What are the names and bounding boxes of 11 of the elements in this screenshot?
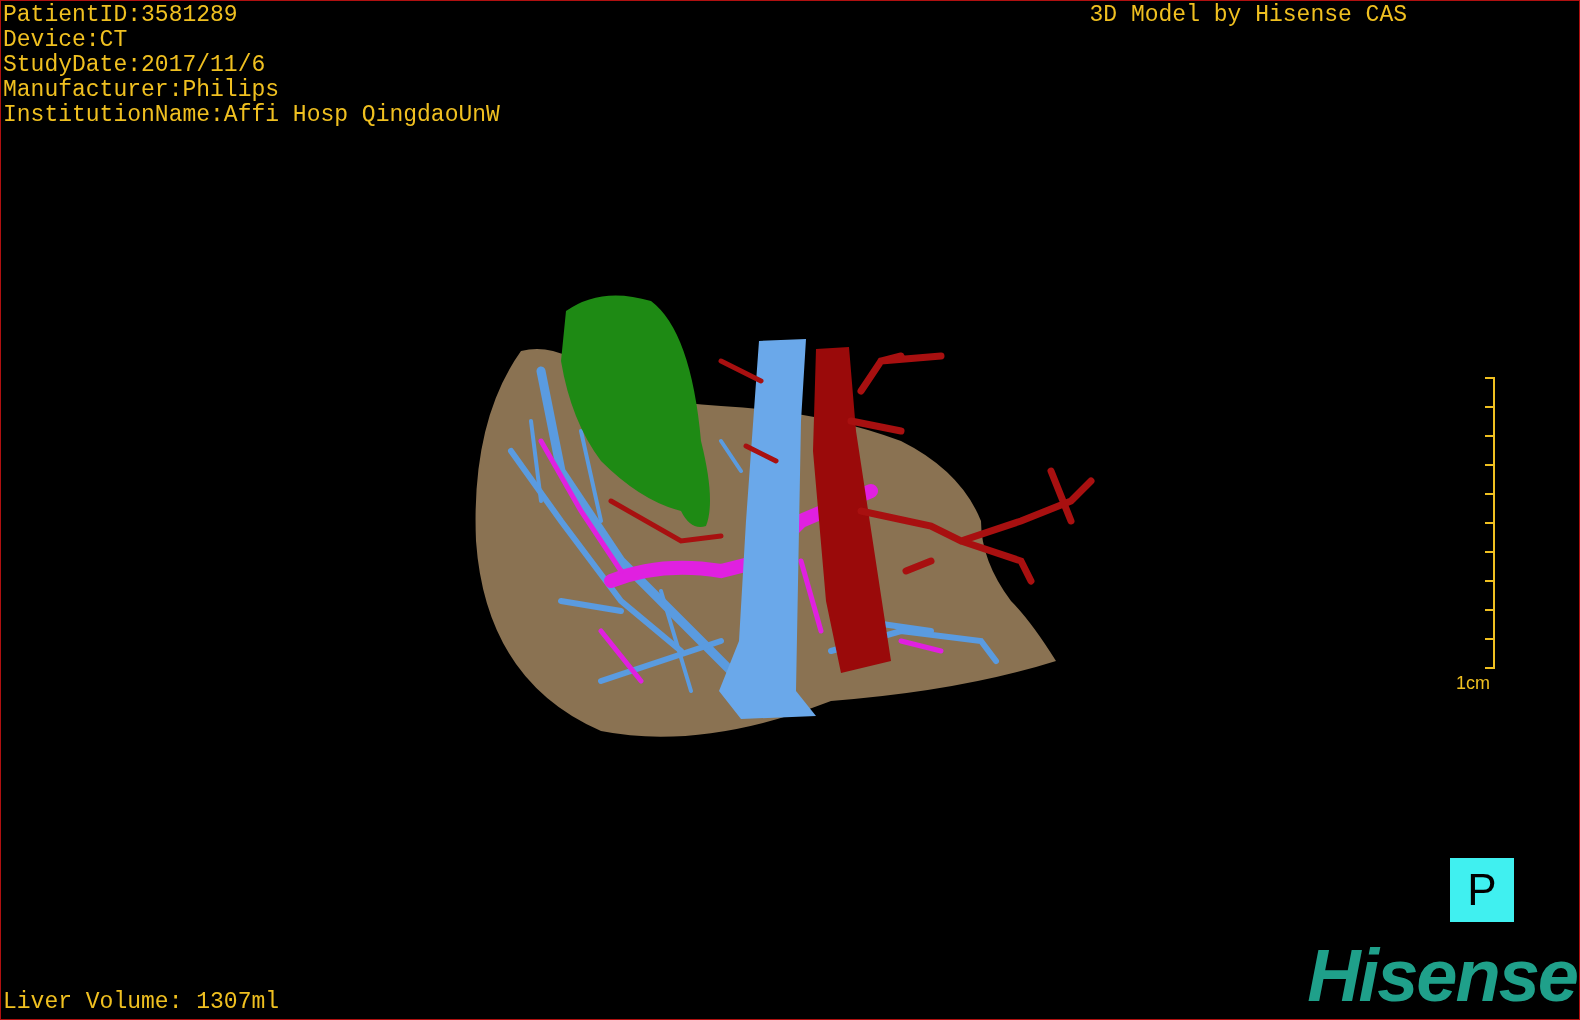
- scale-bar-icon: [1485, 377, 1495, 669]
- patient-info-line: PatientID:3581289: [3, 3, 239, 28]
- liver-volume-text: Liver Volume: 1307ml: [3, 990, 280, 1015]
- patient-info-line: StudyDate:2017/11/6: [3, 53, 267, 78]
- model-caption: 3D Model by Hisense CAS: [1089, 3, 1407, 28]
- brand-logo: Hisense: [1307, 939, 1577, 1013]
- orientation-marker: P: [1450, 858, 1514, 922]
- patient-info-line: InstitutionName:Affi Hosp QingdaoUnW: [3, 103, 500, 128]
- scale-label: 1cm: [1456, 673, 1490, 693]
- patient-info-line: Manufacturer:Philips: [3, 78, 281, 103]
- patient-info-line: Device:CT: [3, 28, 129, 53]
